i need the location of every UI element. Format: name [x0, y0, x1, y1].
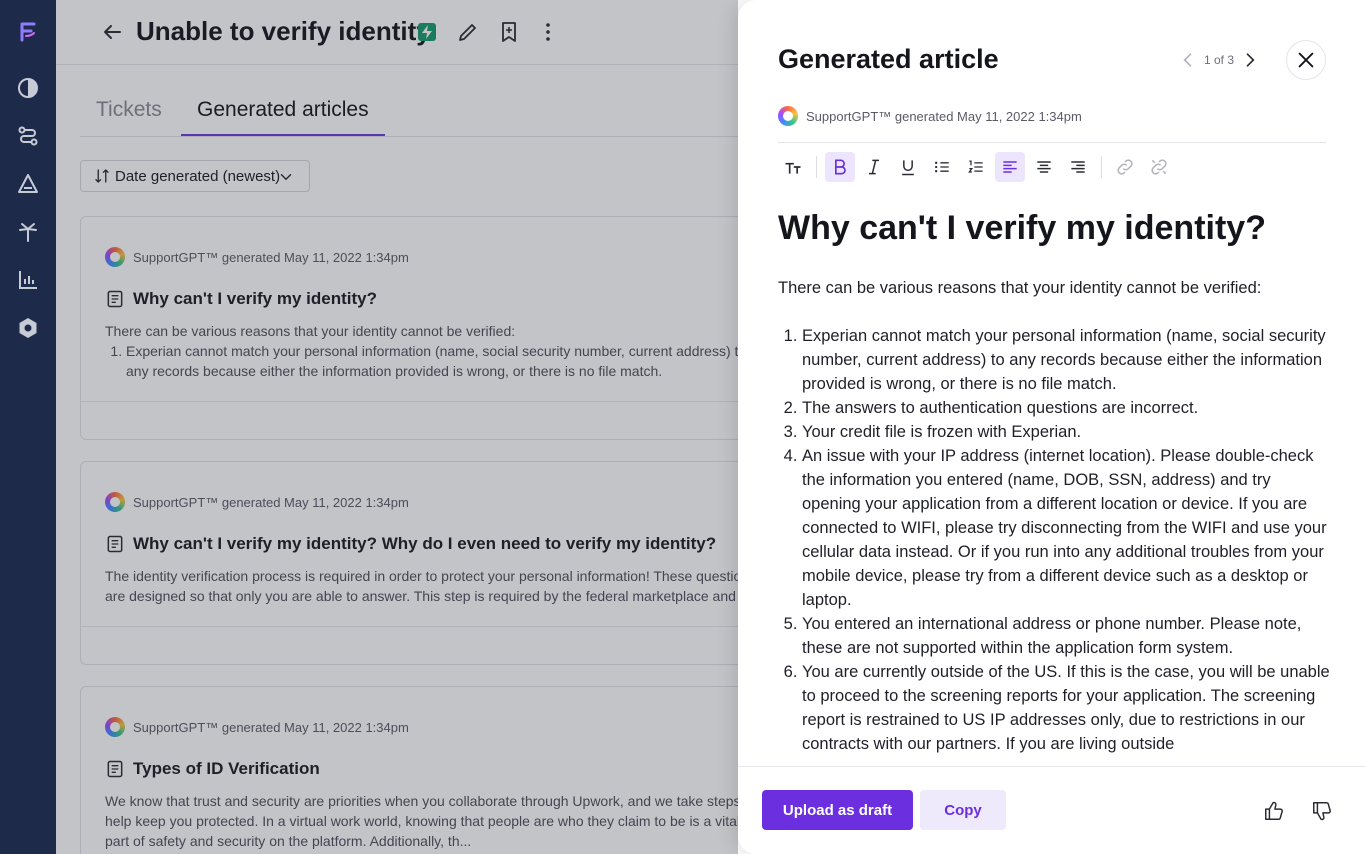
align-center-button[interactable] — [1029, 152, 1059, 182]
divider — [778, 142, 1326, 143]
toolbar-separator — [1101, 156, 1102, 178]
bold-icon — [835, 159, 846, 175]
app-logo-icon[interactable] — [16, 20, 40, 44]
unlink-button[interactable] — [1144, 152, 1174, 182]
close-button[interactable] — [1286, 40, 1326, 80]
modal-overlay[interactable] — [56, 0, 738, 854]
copy-button[interactable]: Copy — [920, 790, 1006, 830]
list-item: An issue with your IP address (internet … — [802, 444, 1330, 612]
list-item: You entered an international address or … — [802, 612, 1330, 660]
supportgpt-logo-icon — [778, 106, 798, 126]
underline-icon — [902, 160, 914, 176]
toolbar-separator — [816, 156, 817, 178]
numbered-list-button[interactable] — [961, 152, 991, 182]
upload-as-draft-button[interactable]: Upload as draft — [762, 790, 913, 830]
text-size-icon — [785, 162, 801, 174]
list-item: You are currently outside of the US. If … — [802, 660, 1330, 756]
merge-icon[interactable] — [16, 220, 40, 244]
generated-article-panel: Generated article 1 of 3 SupportGPT™ gen… — [738, 0, 1366, 854]
align-right-icon — [1071, 161, 1085, 173]
link-icon — [1117, 159, 1133, 175]
align-center-icon — [1037, 161, 1051, 173]
article-editor[interactable]: Why can't I verify my identity? There ca… — [778, 208, 1330, 766]
panel-footer: Upload as draft Copy — [738, 766, 1366, 854]
contrast-icon[interactable] — [16, 76, 40, 100]
list-item: The answers to authentication questions … — [802, 396, 1330, 420]
align-right-button[interactable] — [1063, 152, 1093, 182]
settings-hex-icon[interactable] — [16, 316, 40, 340]
text-size-button[interactable] — [778, 152, 808, 182]
italic-icon — [869, 159, 879, 175]
list-item: Experian cannot match your personal info… — [802, 324, 1330, 396]
chevron-left-icon[interactable] — [1178, 50, 1198, 70]
workflow-icon[interactable] — [16, 124, 40, 148]
article-heading: Why can't I verify my identity? — [778, 209, 1266, 247]
align-left-button[interactable] — [995, 152, 1025, 182]
underline-button[interactable] — [893, 152, 923, 182]
bold-button[interactable] — [825, 152, 855, 182]
article-intro: There can be various reasons that your i… — [778, 279, 1262, 297]
triangle-icon[interactable] — [16, 172, 40, 196]
close-icon — [1298, 52, 1314, 68]
panel-title: Generated article — [778, 44, 999, 74]
italic-button[interactable] — [859, 152, 889, 182]
pager-count: 1 of 3 — [1204, 53, 1235, 67]
list-item: Your credit file is frozen with Experian… — [802, 420, 1330, 444]
unlink-icon — [1151, 159, 1167, 175]
numbered-list-icon — [968, 160, 983, 173]
panel-meta: SupportGPT™ generated May 11, 2022 1:34p… — [778, 106, 1082, 126]
chevron-right-icon[interactable] — [1240, 50, 1260, 70]
bullet-list-button[interactable] — [927, 152, 957, 182]
pager: 1 of 3 — [1178, 48, 1260, 72]
analytics-icon[interactable] — [16, 268, 40, 292]
link-button[interactable] — [1110, 152, 1140, 182]
bullet-list-icon — [935, 161, 949, 173]
editor-toolbar — [778, 150, 1326, 184]
article-reason-list: Experian cannot match your personal info… — [802, 324, 1330, 756]
thumbs-up-icon[interactable] — [1263, 800, 1285, 822]
left-nav-rail — [0, 0, 56, 854]
align-left-icon — [1003, 161, 1017, 173]
thumbs-down-icon[interactable] — [1311, 800, 1333, 822]
